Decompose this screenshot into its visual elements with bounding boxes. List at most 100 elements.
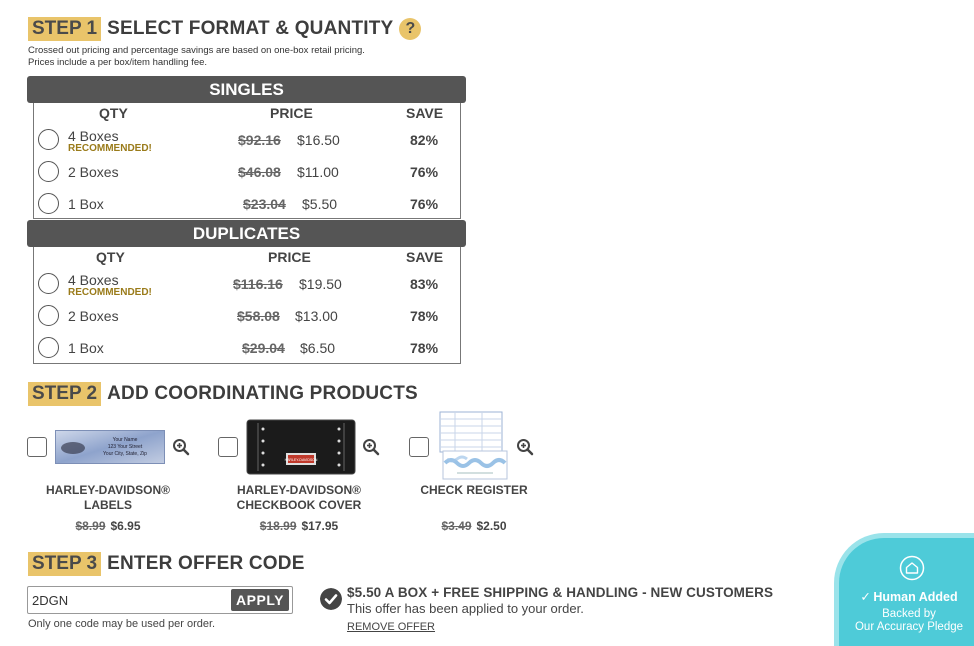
radio-button[interactable] (38, 273, 59, 294)
price: $6.50 (300, 340, 336, 356)
check-register-new-price: $2.50 (476, 519, 507, 533)
old-price: $116.16 (233, 276, 283, 292)
radio-button[interactable] (38, 161, 59, 182)
singles-table-head: QTY PRICE SAVE (34, 103, 460, 123)
qty-label: 4 Boxes (68, 272, 119, 288)
step1-title: SELECT FORMAT & QUANTITY (107, 18, 394, 39)
price: $5.50 (302, 196, 338, 212)
checkbook-logo-text: HARLEY-DAVIDSON (285, 458, 318, 462)
qty-label: 2 Boxes (68, 308, 119, 324)
apply-button[interactable]: APPLY (231, 589, 289, 611)
singles-table: QTY PRICE SAVE 4 Boxes RECOMMENDED! $92.… (33, 103, 461, 219)
badge-sub-line1: Backed by (882, 608, 936, 620)
home-shield-icon (899, 555, 925, 581)
duplicates-header: DUPLICATES (27, 220, 466, 247)
offer-applied-text: This offer has been applied to your orde… (347, 601, 584, 616)
zoom-in-icon[interactable] (516, 438, 534, 456)
save-percent: 76% (410, 164, 439, 180)
radio-button[interactable] (38, 193, 59, 214)
duplicates-row-1-box[interactable]: 1 Box $29.04 $6.50 78% (34, 331, 460, 363)
checkbook-cover-image[interactable]: HARLEY-DAVIDSON (246, 419, 356, 475)
remove-offer-link[interactable]: REMOVE OFFER (347, 621, 435, 633)
price-header: PRICE (268, 249, 311, 265)
pricing-note-line1: Crossed out pricing and percentage savin… (28, 45, 365, 56)
help-icon[interactable]: ? (399, 18, 422, 40)
save-percent: 78% (410, 308, 439, 324)
old-price: $92.16 (238, 132, 281, 148)
price-header: PRICE (270, 105, 313, 121)
code-note: Only one code may be used per order. (28, 618, 216, 630)
qty-header: QTY (96, 249, 125, 265)
label-line3: Your City, State, Zip (103, 451, 147, 457)
check-register-image[interactable] (437, 411, 509, 481)
duplicates-table-head: QTY PRICE SAVE (34, 247, 460, 267)
labels-old-price: $8.99 (75, 519, 106, 533)
badge-title: ✓ Human Added (839, 589, 974, 604)
labels-image[interactable]: Your Name 123 Your Street Your City, Sta… (55, 430, 165, 464)
singles-row-4-boxes[interactable]: 4 Boxes RECOMMENDED! $92.16 $16.50 82% (34, 123, 460, 155)
labels-checkbox[interactable] (27, 437, 47, 457)
badge-title-text: Human Added (873, 590, 958, 604)
price: $11.00 (297, 164, 339, 180)
label-line2: 123 Your Street (108, 444, 143, 450)
step2-heading: STEP 2 ADD COORDINATING PRODUCTS (28, 382, 418, 406)
qty-label: 1 Box (68, 196, 104, 212)
offer-title: $5.50 A BOX + FREE SHIPPING & HANDLING -… (347, 585, 774, 600)
qty-label: 4 Boxes (68, 128, 119, 144)
labels-name-line1: HARLEY-DAVIDSON® (46, 483, 170, 497)
step2-tag: STEP 2 (28, 382, 102, 406)
duplicates-row-2-boxes[interactable]: 2 Boxes $58.08 $13.00 78% (34, 299, 460, 331)
labels-name: HARLEY-DAVIDSON® LABELS (20, 483, 196, 513)
save-percent: 82% (410, 132, 439, 148)
step2-title: ADD COORDINATING PRODUCTS (107, 383, 418, 404)
checkbook-cover-checkbox[interactable] (218, 437, 238, 457)
pricing-note: Crossed out pricing and percentage savin… (28, 45, 365, 69)
qty-label: 2 Boxes (68, 164, 119, 180)
save-percent: 83% (410, 276, 439, 292)
check-register-checkbox[interactable] (409, 437, 429, 457)
step1-tag: STEP 1 (28, 17, 102, 41)
singles-header: SINGLES (27, 76, 466, 103)
checkbook-cover-name-line1: HARLEY-DAVIDSON® (237, 483, 361, 497)
radio-button[interactable] (38, 337, 59, 358)
save-percent: 78% (410, 340, 439, 356)
checkbook-cover-old-price: $18.99 (259, 519, 297, 533)
zoom-in-icon[interactable] (362, 438, 380, 456)
checkbook-cover-name: HARLEY-DAVIDSON® CHECKBOOK COVER (210, 483, 388, 513)
checkbook-cover-price: $18.99 $17.95 (210, 519, 388, 533)
duplicates-table: QTY PRICE SAVE 4 Boxes RECOMMENDED! $116… (33, 247, 461, 364)
radio-button[interactable] (38, 129, 59, 150)
check-register-name: CHECK REGISTER (400, 483, 548, 498)
save-percent: 76% (410, 196, 439, 212)
singles-row-1-box[interactable]: 1 Box $23.04 $5.50 76% (34, 187, 460, 219)
old-price: $46.08 (238, 164, 281, 180)
old-price: $58.08 (237, 308, 280, 324)
step3-title: ENTER OFFER CODE (107, 553, 305, 574)
radio-button[interactable] (38, 305, 59, 326)
price: $13.00 (295, 308, 338, 324)
qty-label: 1 Box (68, 340, 104, 356)
save-header: SAVE (406, 249, 444, 265)
checkbook-cover-name-line2: CHECKBOOK COVER (236, 498, 362, 512)
zoom-in-icon[interactable] (172, 438, 190, 456)
badge-sub-line2: Our Accuracy Pledge (854, 621, 964, 633)
labels-name-line2: LABELS (84, 498, 132, 512)
check-register-price: $3.49 $2.50 (400, 519, 548, 533)
price: $16.50 (297, 132, 340, 148)
price: $19.50 (299, 276, 342, 292)
singles-row-2-boxes[interactable]: 2 Boxes $46.08 $11.00 76% (34, 155, 460, 187)
accuracy-pledge-badge[interactable]: ✓ Human Added Backed by Our Accuracy Ple… (834, 533, 974, 646)
check-register-name-line1: CHECK REGISTER (420, 483, 528, 497)
old-price: $29.04 (242, 340, 285, 356)
pricing-note-line2: Prices include a per box/item handling f… (28, 57, 208, 68)
duplicates-row-4-boxes[interactable]: 4 Boxes RECOMMENDED! $116.16 $19.50 83% (34, 267, 460, 299)
label-line1: Your Name (113, 437, 138, 443)
badge-subtitle: Backed by Our Accuracy Pledge (839, 608, 974, 634)
checkmark-icon (320, 588, 342, 610)
recommended-label: RECOMMENDED! (68, 143, 152, 154)
step1-heading: STEP 1 SELECT FORMAT & QUANTITY ? (28, 17, 422, 41)
save-header: SAVE (406, 105, 444, 121)
recommended-label: RECOMMENDED! (68, 287, 152, 298)
old-price: $23.04 (243, 196, 286, 212)
step3-heading: STEP 3 ENTER OFFER CODE (28, 552, 305, 576)
